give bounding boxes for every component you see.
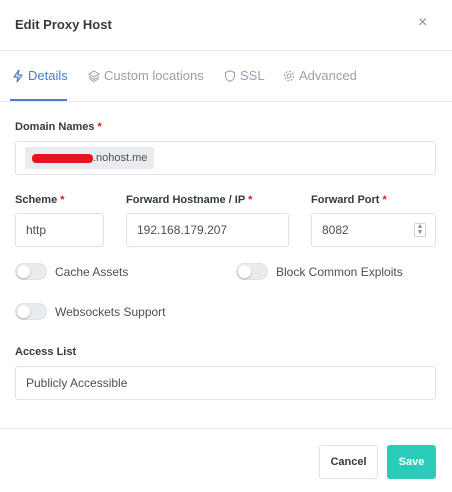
cache-assets-toggle[interactable]: Cache Assets bbox=[15, 263, 128, 280]
toggle-knob bbox=[17, 265, 30, 278]
tab-details-label: Details bbox=[28, 68, 68, 83]
layers-icon bbox=[88, 69, 100, 82]
scheme-input[interactable]: http bbox=[15, 213, 104, 247]
tab-details[interactable]: Details bbox=[12, 68, 68, 83]
toggle-switch[interactable] bbox=[15, 263, 47, 280]
forward-hostname-label: Forward Hostname / IP * bbox=[126, 194, 252, 206]
access-list-label-text: Access List bbox=[15, 346, 77, 358]
required-mark: * bbox=[248, 194, 253, 206]
cancel-button[interactable]: Cancel bbox=[319, 445, 378, 479]
tab-bar: Details Custom locations SSL Advanced bbox=[0, 52, 452, 102]
domain-names-input[interactable]: .nohost.me bbox=[15, 141, 436, 175]
tab-custom-locations[interactable]: Custom locations bbox=[88, 68, 204, 83]
access-list-value: Publicly Accessible bbox=[26, 376, 128, 390]
active-tab-indicator bbox=[10, 99, 67, 101]
number-spinner-icon[interactable]: ▲ ▼ bbox=[414, 223, 426, 237]
forward-port-input[interactable]: 8082 ▲ ▼ bbox=[311, 213, 436, 247]
modal-header: Edit Proxy Host × bbox=[0, 0, 452, 51]
forward-hostname-value: 192.168.179.207 bbox=[137, 223, 228, 237]
access-list-label: Access List bbox=[15, 346, 76, 358]
gear-icon bbox=[283, 70, 295, 81]
modal-footer: Cancel Save bbox=[0, 428, 452, 492]
scheme-value: http bbox=[26, 223, 47, 237]
scheme-label-text: Scheme bbox=[15, 194, 58, 206]
toggle-switch[interactable] bbox=[236, 263, 268, 280]
toggle-knob bbox=[17, 305, 30, 318]
toggle-switch[interactable] bbox=[15, 303, 47, 320]
tab-ssl[interactable]: SSL bbox=[224, 68, 265, 83]
save-button[interactable]: Save bbox=[387, 445, 436, 479]
tab-advanced[interactable]: Advanced bbox=[283, 68, 357, 83]
websockets-toggle[interactable]: Websockets Support bbox=[15, 303, 166, 320]
zap-icon bbox=[13, 69, 23, 82]
block-exploits-toggle[interactable]: Block Common Exploits bbox=[236, 263, 403, 280]
forward-port-label: Forward Port * bbox=[311, 194, 387, 206]
forward-port-label-text: Forward Port bbox=[311, 194, 380, 206]
block-exploits-label: Block Common Exploits bbox=[276, 264, 403, 279]
tab-ssl-label: SSL bbox=[240, 68, 265, 83]
websockets-label: Websockets Support bbox=[55, 304, 166, 319]
forward-hostname-label-text: Forward Hostname / IP bbox=[126, 194, 245, 206]
domain-chip[interactable]: .nohost.me bbox=[25, 147, 155, 169]
domain-names-label: Domain Names * bbox=[15, 121, 102, 133]
close-icon[interactable]: × bbox=[418, 14, 427, 32]
domain-chip-text: .nohost.me bbox=[93, 152, 148, 164]
scheme-label: Scheme * bbox=[15, 194, 65, 206]
redacted-text bbox=[32, 153, 93, 163]
shield-icon bbox=[224, 69, 236, 82]
forward-port-value: 8082 bbox=[322, 223, 349, 237]
modal-title: Edit Proxy Host bbox=[15, 17, 112, 32]
tab-advanced-label: Advanced bbox=[299, 68, 357, 83]
toggle-knob bbox=[238, 265, 251, 278]
required-mark: * bbox=[382, 194, 387, 206]
cache-assets-label: Cache Assets bbox=[55, 264, 129, 279]
tab-custom-locations-label: Custom locations bbox=[104, 68, 204, 83]
required-mark: * bbox=[97, 121, 102, 133]
access-list-select[interactable]: Publicly Accessible bbox=[15, 366, 436, 400]
required-mark: * bbox=[60, 194, 65, 206]
domain-names-label-text: Domain Names bbox=[15, 121, 95, 133]
forward-hostname-input[interactable]: 192.168.179.207 bbox=[126, 213, 289, 247]
